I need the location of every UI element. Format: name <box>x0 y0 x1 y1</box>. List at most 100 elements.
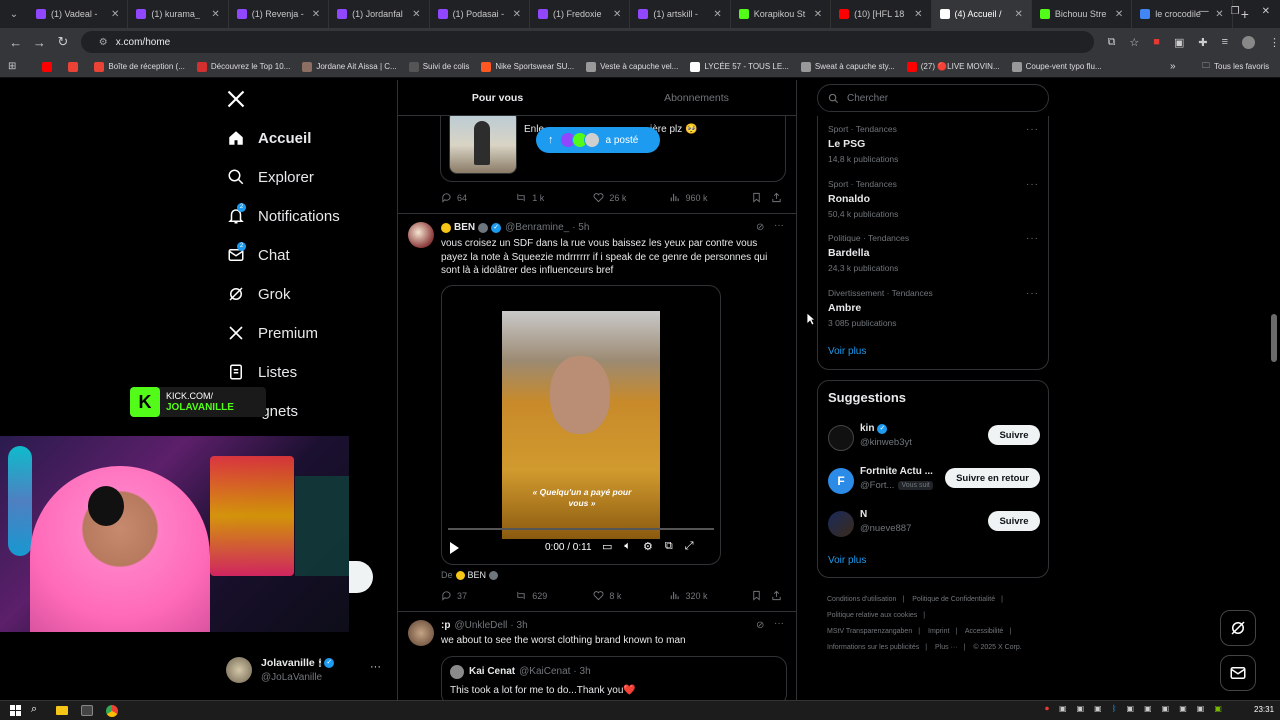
trend-more-icon[interactable]: ··· <box>1026 179 1039 190</box>
tab-close-icon[interactable]: ✕ <box>713 9 721 20</box>
restore-icon[interactable]: ❐ <box>1231 6 1240 17</box>
tab-close-icon[interactable]: ✕ <box>613 9 621 20</box>
browser-tab[interactable]: (1) Vadeal - ✕ <box>28 0 129 28</box>
messages-floating-button[interactable] <box>1220 655 1256 691</box>
pip-icon[interactable]: ⧉ <box>665 540 673 553</box>
profile-avatar[interactable] <box>1242 35 1255 49</box>
back-icon[interactable]: ← <box>4 35 28 50</box>
bookmark-item[interactable]: Suivi de colis <box>408 61 469 72</box>
browser-tab[interactable]: (1) Revenja - ✕ <box>229 0 330 28</box>
follow-button[interactable]: Suivre <box>988 511 1040 531</box>
quoted-post[interactable]: Kai Cenat @KaiCenat · 3h This took a lot… <box>441 656 787 706</box>
browser-tab[interactable]: Korapikou St ✕ <box>731 0 832 28</box>
trend-item[interactable]: Sport · Tendances Ronaldo 50,4 k publica… <box>828 179 898 219</box>
suggestion-item[interactable]: F Fortnite Actu ... @Fort... Vous suit S… <box>828 466 1040 496</box>
reply-button[interactable]: 64 <box>441 192 515 203</box>
like-button[interactable]: 26 k <box>593 192 669 203</box>
settings-icon[interactable]: ⚙ <box>643 540 653 553</box>
tray-icon[interactable]: ▣ <box>1162 704 1170 714</box>
bookmark-button[interactable] <box>751 590 771 601</box>
share-button[interactable] <box>771 192 787 203</box>
tab-close-icon[interactable]: ✕ <box>111 9 119 20</box>
sidebar-item-notifications[interactable]: 2 Notifications <box>226 203 340 226</box>
browser-tab[interactable]: Bichouu Stre ✕ <box>1032 0 1133 28</box>
tab-close-icon[interactable]: ✕ <box>211 9 219 20</box>
volume-icon[interactable]: 🔈︎ <box>624 540 631 553</box>
more-bookmarks-icon[interactable]: » <box>1170 61 1176 72</box>
site-info-icon[interactable]: ⚙ <box>99 37 108 48</box>
tab-close-icon[interactable]: ✕ <box>312 9 320 20</box>
bookmark-item[interactable] <box>42 61 56 72</box>
bookmark-item[interactable]: Boîte de réception (... <box>94 61 185 72</box>
clock[interactable]: 23:31 <box>1254 705 1274 714</box>
browser-tab[interactable]: (1) kurama_ ✕ <box>128 0 229 28</box>
close-window-icon[interactable]: ✕ <box>1262 6 1270 17</box>
all-bookmarks[interactable]: 🗀 Tous les favoris <box>1202 60 1269 74</box>
repost-button[interactable]: 1 k <box>515 192 593 203</box>
tab-close-icon[interactable]: ✕ <box>513 9 521 20</box>
bookmark-item[interactable] <box>68 61 82 72</box>
tray-icon[interactable]: ▣ <box>1094 704 1102 714</box>
sidebar-item-listes[interactable]: Listes <box>226 362 297 382</box>
suggestion-item[interactable]: N @nueve887 Suivre <box>828 509 1040 539</box>
file-explorer-icon[interactable] <box>56 706 68 715</box>
reload-icon[interactable]: ↻ <box>51 34 75 50</box>
star-icon[interactable]: ☆ <box>1129 36 1139 49</box>
new-posts-pill[interactable]: ↑ a posté <box>536 127 660 153</box>
chrome-icon[interactable] <box>106 705 118 717</box>
post2-time[interactable]: · 3h <box>510 620 527 631</box>
trend-more-icon[interactable]: ··· <box>1026 288 1039 299</box>
media-icon[interactable]: ≡ <box>1222 36 1228 49</box>
extension-red-icon[interactable]: ■ <box>1153 36 1160 49</box>
tray-icon[interactable]: ▣ <box>1144 704 1152 714</box>
trends-see-more-link[interactable]: Voir plus <box>828 346 866 357</box>
tab-close-icon[interactable]: ✕ <box>914 9 922 20</box>
bookmark-item[interactable]: (27) 🔴LIVE MOVIN... <box>906 61 1000 72</box>
trend-item[interactable]: Sport · Tendances Le PSG 14,8 k publicat… <box>828 124 898 164</box>
tray-red-icon[interactable]: ⏺ <box>1045 704 1049 714</box>
video-progress-track[interactable] <box>448 528 714 530</box>
browser-tab[interactable]: (10) [HFL 18 ✕ <box>831 0 932 28</box>
sidebar-item-chat[interactable]: 2 Chat <box>226 242 290 265</box>
sidebar-item-premium[interactable]: Premium <box>226 323 318 343</box>
tab-abonnements[interactable]: Abonnements <box>597 80 796 115</box>
tab-close-icon[interactable]: ✕ <box>1015 9 1023 20</box>
forward-icon[interactable]: → <box>28 35 52 50</box>
post2-more-icon[interactable]: ··· <box>774 618 784 629</box>
suggestion-item[interactable]: kin ✓ @kinweb3yt Suivre <box>828 423 1040 453</box>
taskbar-search-icon[interactable]: ⌕ <box>31 703 37 716</box>
menu-icon[interactable]: ⋮ <box>1269 36 1280 49</box>
sidebar-item-accueil[interactable]: Accueil <box>226 128 311 148</box>
start-icon[interactable] <box>10 705 21 716</box>
share-button[interactable] <box>771 590 787 601</box>
url-field[interactable]: ⚙ x.com/home <box>80 31 1094 53</box>
tray-icon[interactable]: ▣ <box>1197 704 1205 714</box>
bookmark-item[interactable]: Veste à capuche vel... <box>586 61 678 72</box>
browser-tab[interactable]: (1) Fredoxie ✕ <box>530 0 631 28</box>
post1-time[interactable]: · 5h <box>572 222 589 233</box>
browser-tab[interactable]: (1) artskill - ✕ <box>630 0 731 28</box>
puzzle-icon[interactable]: ✚ <box>1198 36 1207 49</box>
bookmark-item[interactable]: LYCÉE 57 - TOUS LE... <box>690 61 789 72</box>
bookmark-item[interactable]: Coupe-vent typo flu... <box>1011 61 1102 72</box>
suggestions-see-more-link[interactable]: Voir plus <box>828 555 866 566</box>
tab-close-icon[interactable]: ✕ <box>1115 9 1123 20</box>
nvidia-icon[interactable]: ▣ <box>1214 704 1222 714</box>
bookmark-item[interactable]: Jordane Ait Aissa | C... <box>302 61 397 72</box>
follow-button[interactable]: Suivre <box>988 425 1040 445</box>
search-input[interactable]: Chercher <box>817 84 1049 112</box>
tab-search-button[interactable]: ⌄ <box>0 9 28 20</box>
post1-name[interactable]: BEN <box>454 222 475 233</box>
bookmark-item[interactable]: Nike Sportswear SU... <box>481 61 574 72</box>
tray-icon[interactable]: ▣ <box>1179 704 1187 714</box>
trend-more-icon[interactable]: ··· <box>1026 124 1039 135</box>
tab-close-icon[interactable]: ✕ <box>814 9 822 20</box>
bookmark-item[interactable]: Découvrez le Top 10... <box>196 61 290 72</box>
tray-icon[interactable]: ▣ <box>1059 704 1067 714</box>
tray-icon[interactable]: ▣ <box>1077 704 1085 714</box>
post2-handle[interactable]: @UnkleDell <box>454 620 507 631</box>
trend-more-icon[interactable]: ··· <box>1026 233 1039 244</box>
apps-icon[interactable]: ⊞ <box>8 61 16 72</box>
play-icon[interactable] <box>450 542 459 554</box>
browser-tab[interactable]: (4) Accueil / ✕ <box>931 0 1032 28</box>
